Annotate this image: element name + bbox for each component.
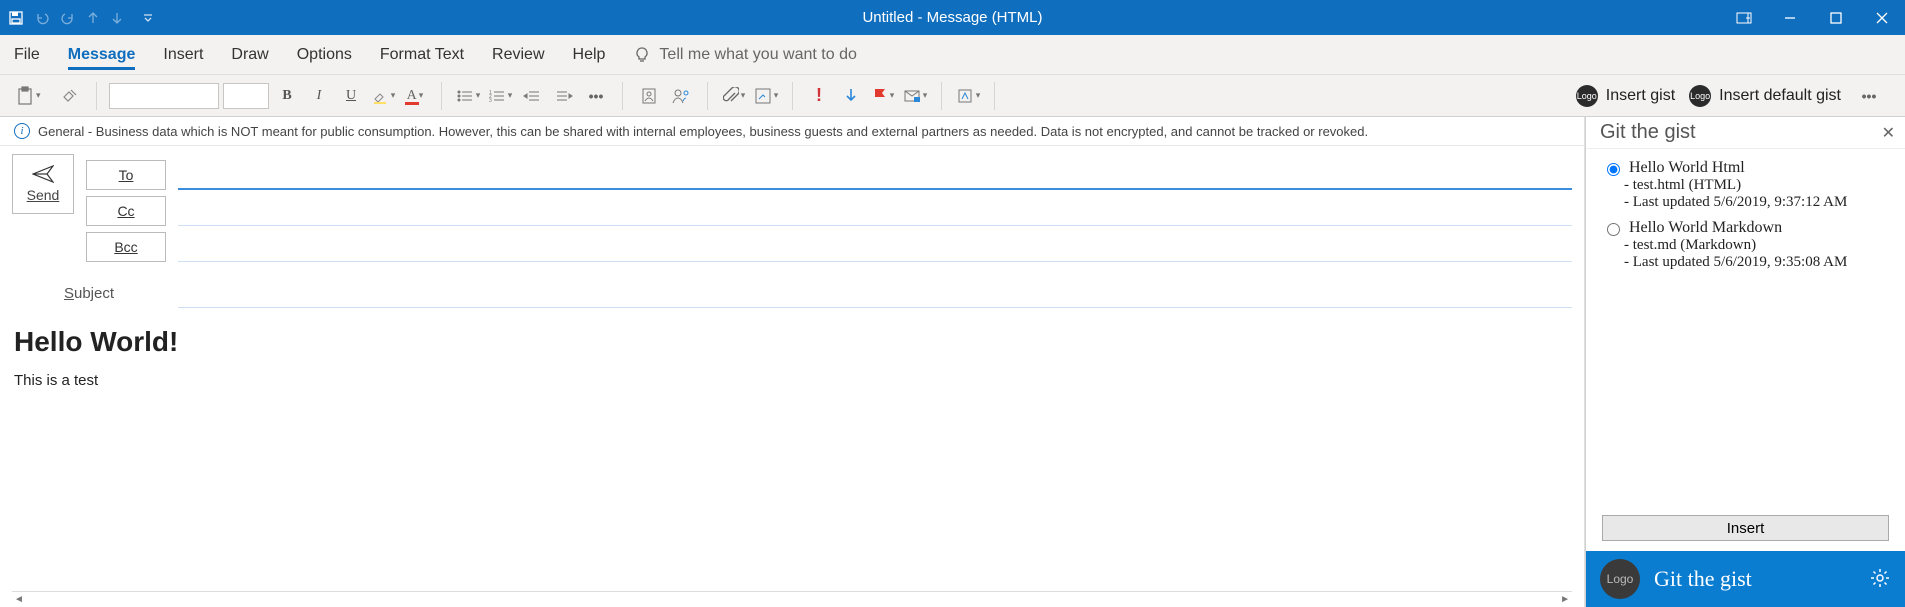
undo-icon[interactable] <box>34 10 50 26</box>
gist-name: Hello World Markdown <box>1629 219 1782 237</box>
gist-file: test.md (Markdown) <box>1624 237 1889 254</box>
insert-gist-button[interactable]: Logo Insert gist <box>1576 85 1675 107</box>
insert-default-gist-label: Insert default gist <box>1719 87 1841 105</box>
lightbulb-icon <box>633 46 651 64</box>
paste-button[interactable]: ▾ <box>12 82 52 110</box>
tab-format-text[interactable]: Format Text <box>380 40 464 70</box>
tab-options[interactable]: Options <box>297 40 352 70</box>
tell-me-search[interactable]: Tell me what you want to do <box>633 46 856 64</box>
info-icon: i <box>14 123 30 139</box>
font-color-button[interactable]: A ▾ <box>401 82 429 110</box>
message-body[interactable]: Hello World! This is a test <box>12 326 1572 591</box>
qat-customize-icon[interactable] <box>142 12 154 24</box>
scroll-left-icon[interactable]: ◄ <box>14 594 24 605</box>
close-button[interactable] <box>1859 0 1905 35</box>
assign-policy-button[interactable]: ▾ <box>901 82 929 110</box>
gist-radio-2[interactable] <box>1607 223 1620 236</box>
tab-message[interactable]: Message <box>68 40 136 70</box>
gist-option-1[interactable]: Hello World Html test.html (HTML) Last u… <box>1602 159 1889 211</box>
bullets-button[interactable]: ▾ <box>454 82 482 110</box>
sensitivity-info-text: General - Business data which is NOT mea… <box>38 124 1368 139</box>
bold-button[interactable]: B <box>273 82 301 110</box>
tab-draw[interactable]: Draw <box>231 40 268 70</box>
insert-default-gist-button[interactable]: Logo Insert default gist <box>1689 85 1841 107</box>
up-arrow-icon[interactable] <box>86 11 100 25</box>
to-input[interactable] <box>178 160 1572 190</box>
font-name-input[interactable] <box>109 83 219 109</box>
title-bar: Untitled - Message (HTML) <box>0 0 1905 35</box>
address-book-button[interactable] <box>635 82 663 110</box>
save-icon[interactable] <box>8 10 24 26</box>
redo-icon[interactable] <box>60 10 76 26</box>
footer-title: Git the gist <box>1654 566 1855 592</box>
gist-updated: Last updated 5/6/2019, 9:37:12 AM <box>1624 194 1889 211</box>
low-importance-button[interactable] <box>837 82 865 110</box>
underline-button[interactable]: U <box>337 82 365 110</box>
tab-file[interactable]: File <box>14 40 40 70</box>
format-painter-button[interactable] <box>56 82 84 110</box>
tell-me-label: Tell me what you want to do <box>659 46 856 64</box>
gist-file: test.html (HTML) <box>1624 177 1889 194</box>
check-names-button[interactable] <box>667 82 695 110</box>
more-commands-button[interactable]: ••• <box>1855 82 1883 110</box>
svg-text:3: 3 <box>489 98 492 103</box>
increase-indent-button[interactable] <box>550 82 578 110</box>
ribbon-tabs: File Message Insert Draw Options Format … <box>0 35 1905 75</box>
cc-button[interactable]: Cc <box>86 196 166 226</box>
bcc-button[interactable]: Bcc <box>86 232 166 262</box>
decrease-indent-button[interactable] <box>518 82 546 110</box>
ribbon-display-options-icon[interactable] <box>1721 0 1767 35</box>
cc-input[interactable] <box>178 196 1572 226</box>
more-formatting-button[interactable]: ••• <box>582 82 610 110</box>
scroll-right-icon[interactable]: ► <box>1560 594 1570 605</box>
signature-button[interactable]: ▾ <box>752 82 780 110</box>
footer-logo-icon: Logo <box>1600 559 1640 599</box>
bcc-input[interactable] <box>178 232 1572 262</box>
font-size-input[interactable] <box>223 83 269 109</box>
down-arrow-icon[interactable] <box>110 11 124 25</box>
compose-area: i General - Business data which is NOT m… <box>0 117 1585 607</box>
minimize-button[interactable] <box>1767 0 1813 35</box>
send-icon <box>32 165 54 183</box>
subject-input[interactable] <box>178 278 1572 308</box>
pane-footer: Logo Git the gist <box>1586 551 1905 607</box>
task-pane: Git the gist ✕ Hello World Html test.htm… <box>1585 117 1905 607</box>
gist-list: Hello World Html test.html (HTML) Last u… <box>1586 149 1905 515</box>
tab-insert[interactable]: Insert <box>163 40 203 70</box>
pane-close-button[interactable]: ✕ <box>1882 123 1895 143</box>
insert-gist-pane-button[interactable]: Insert <box>1602 515 1889 541</box>
logo-badge-icon: Logo <box>1689 85 1711 107</box>
numbering-button[interactable]: 123▾ <box>486 82 514 110</box>
tab-review[interactable]: Review <box>492 40 544 70</box>
gist-updated: Last updated 5/6/2019, 9:35:08 AM <box>1624 254 1889 271</box>
maximize-button[interactable] <box>1813 0 1859 35</box>
settings-icon[interactable] <box>1869 567 1891 592</box>
sensitivity-button[interactable]: ▾ <box>954 82 982 110</box>
insert-gist-label: Insert gist <box>1606 87 1675 105</box>
window-title: Untitled - Message (HTML) <box>0 9 1905 26</box>
gist-option-2[interactable]: Hello World Markdown test.md (Markdown) … <box>1602 219 1889 271</box>
ribbon-toolbar: ▾ B I U ▾ A ▾ ▾ 123▾ ••• ▾ ▾ <box>0 75 1905 117</box>
send-button[interactable]: Send <box>12 154 74 214</box>
follow-up-button[interactable]: ▾ <box>869 82 897 110</box>
tab-help[interactable]: Help <box>573 40 606 70</box>
to-button[interactable]: To <box>86 160 166 190</box>
italic-button[interactable]: I <box>305 82 333 110</box>
subject-label: SSubjectubject <box>12 285 166 302</box>
highlight-button[interactable]: ▾ <box>369 82 397 110</box>
body-paragraph: This is a test <box>14 372 1570 389</box>
body-heading: Hello World! <box>14 326 1570 358</box>
gist-name: Hello World Html <box>1629 159 1745 177</box>
high-importance-button[interactable]: ! <box>805 82 833 110</box>
logo-badge-icon: Logo <box>1576 85 1598 107</box>
horizontal-scrollbar[interactable]: ◄ ► <box>12 591 1572 607</box>
pane-title: Git the gist <box>1600 121 1696 144</box>
gist-radio-1[interactable] <box>1607 163 1620 176</box>
send-label: Send <box>27 187 60 203</box>
attach-file-button[interactable]: ▾ <box>720 82 748 110</box>
